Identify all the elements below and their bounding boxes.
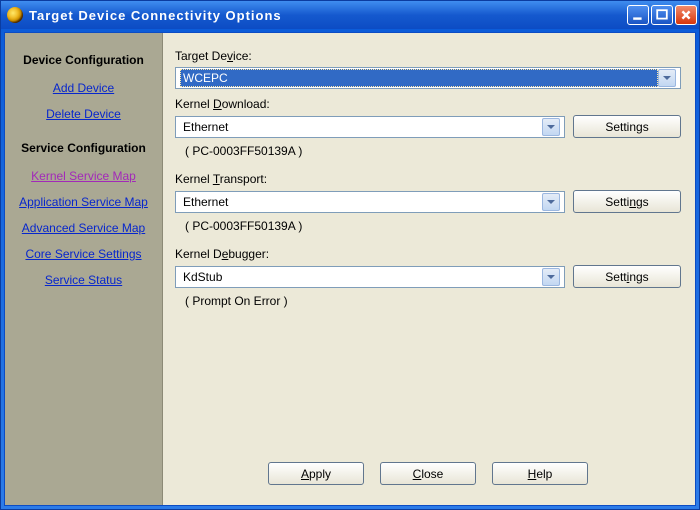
kernel-transport-settings-button[interactable]: Settings bbox=[573, 190, 681, 213]
client-area: Device Configuration Add Device Delete D… bbox=[4, 32, 696, 506]
close-dialog-button[interactable]: Close bbox=[380, 462, 476, 485]
window-title: Target Device Connectivity Options bbox=[29, 8, 627, 23]
sidebar: Device Configuration Add Device Delete D… bbox=[5, 33, 163, 505]
target-device-select[interactable]: WCEPC bbox=[175, 67, 681, 89]
add-device-link[interactable]: Add Device bbox=[53, 81, 114, 95]
kernel-transport-value: Ethernet bbox=[183, 195, 228, 209]
maximize-icon bbox=[656, 9, 668, 21]
kernel-debugger-subtext: ( Prompt On Error ) bbox=[185, 294, 681, 308]
kernel-service-map-link[interactable]: Kernel Service Map bbox=[31, 169, 136, 183]
delete-device-link[interactable]: Delete Device bbox=[46, 107, 121, 121]
application-service-map-link[interactable]: Application Service Map bbox=[19, 195, 148, 209]
kernel-download-value: Ethernet bbox=[183, 120, 228, 134]
kernel-debugger-select[interactable]: KdStub bbox=[175, 266, 565, 288]
window: Target Device Connectivity Options Devic… bbox=[0, 0, 700, 510]
minimize-icon bbox=[632, 9, 644, 21]
kernel-transport-subtext: ( PC-0003FF50139A ) bbox=[185, 219, 681, 233]
maximize-button[interactable] bbox=[651, 5, 673, 25]
kernel-debugger-settings-button[interactable]: Settings bbox=[573, 265, 681, 288]
help-button[interactable]: Help bbox=[492, 462, 588, 485]
close-icon bbox=[680, 9, 692, 21]
chevron-down-icon[interactable] bbox=[542, 193, 560, 211]
window-buttons bbox=[627, 5, 697, 25]
target-device-label: Target Device: bbox=[175, 49, 681, 63]
form-area: Target Device: WCEPC Kernel Download: Et… bbox=[175, 49, 681, 456]
kernel-transport-select[interactable]: Ethernet bbox=[175, 191, 565, 213]
titlebar[interactable]: Target Device Connectivity Options bbox=[1, 1, 699, 29]
kernel-debugger-label: Kernel Debugger: bbox=[175, 247, 681, 261]
service-status-link[interactable]: Service Status bbox=[45, 273, 122, 287]
device-configuration-heading: Device Configuration bbox=[23, 53, 144, 67]
core-service-settings-link[interactable]: Core Service Settings bbox=[25, 247, 141, 261]
kernel-transport-label: Kernel Transport: bbox=[175, 172, 681, 186]
main-panel: Target Device: WCEPC Kernel Download: Et… bbox=[163, 33, 695, 505]
kernel-download-select[interactable]: Ethernet bbox=[175, 116, 565, 138]
apply-button[interactable]: Apply bbox=[268, 462, 364, 485]
minimize-button[interactable] bbox=[627, 5, 649, 25]
kernel-download-settings-button[interactable]: Settings bbox=[573, 115, 681, 138]
bottom-button-bar: Apply Close Help bbox=[175, 456, 681, 495]
chevron-down-icon[interactable] bbox=[542, 118, 560, 136]
service-configuration-heading: Service Configuration bbox=[21, 141, 146, 155]
target-device-value: WCEPC bbox=[183, 71, 228, 85]
close-button[interactable] bbox=[675, 5, 697, 25]
kernel-debugger-value: KdStub bbox=[183, 270, 222, 284]
kernel-download-subtext: ( PC-0003FF50139A ) bbox=[185, 144, 681, 158]
chevron-down-icon[interactable] bbox=[658, 69, 676, 87]
chevron-down-icon[interactable] bbox=[542, 268, 560, 286]
advanced-service-map-link[interactable]: Advanced Service Map bbox=[22, 221, 145, 235]
kernel-download-label: Kernel Download: bbox=[175, 97, 681, 111]
app-icon bbox=[7, 7, 23, 23]
